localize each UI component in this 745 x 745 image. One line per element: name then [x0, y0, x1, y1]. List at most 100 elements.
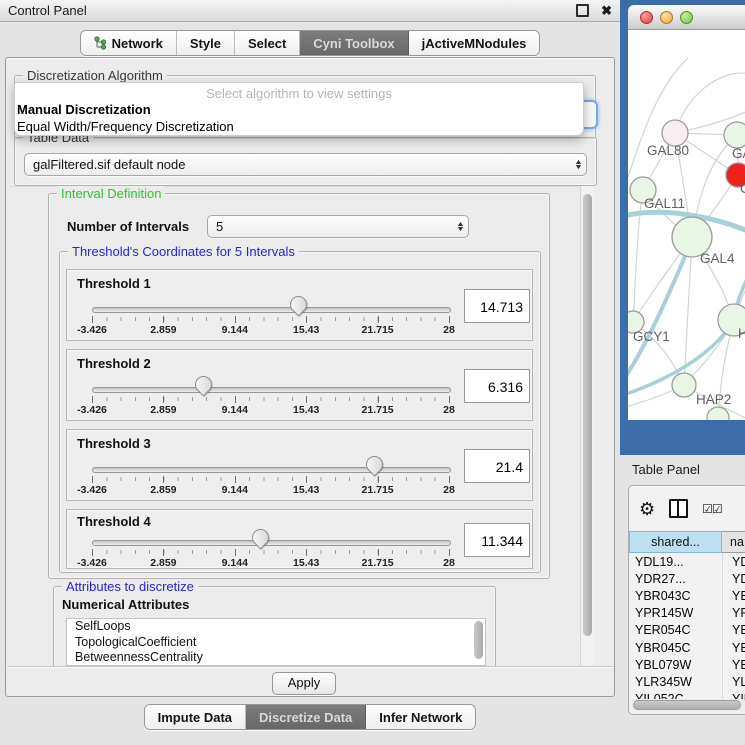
attribute-list-item[interactable]: BetweennessCentrality [67, 650, 485, 666]
slider-tick-label: 2.859 [150, 404, 176, 416]
gear-icon[interactable]: ⚙ [639, 500, 655, 518]
threshold-value-field[interactable]: 21.4 [464, 449, 530, 483]
tab-impute-data[interactable]: Impute Data [145, 705, 246, 729]
node-label: HAP2 [696, 392, 731, 407]
tab-cyni-toolbox[interactable]: Cyni Toolbox [300, 31, 408, 55]
network-view-window: GAL80GACGAL11GAL4GCY1HHAP2 [620, 0, 745, 455]
tab-jactivemnodules[interactable]: jActiveMNodules [409, 31, 540, 55]
bottom-tabbar: Impute Data Discretize DataInfer Network [0, 704, 620, 730]
cell-name: YBR0 [722, 639, 745, 656]
cyni-toolbox-panel: Discretization Algorithm Select algorith… [5, 57, 615, 697]
numerical-attributes-list[interactable]: SelfLoopsTopologicalCoefficientBetweenne… [66, 618, 486, 666]
control-panel: Control Panel ✖ NetworkStyleSelect Cyni T… [0, 0, 620, 745]
interval-definition-legend: Interval Definition [57, 186, 165, 201]
slider-major-tick [378, 316, 379, 323]
table-row[interactable]: YER054CYER0 [629, 622, 745, 639]
apply-button[interactable]: Apply [272, 672, 336, 695]
slider-tick-label: 28 [443, 404, 455, 416]
column-header-name[interactable]: na [722, 531, 745, 553]
node-table[interactable]: shared... na YDL19...YDL1YDR27...YDR2YBR… [629, 531, 745, 714]
table-row[interactable]: YPR145WYPR1 [629, 605, 745, 622]
network-node[interactable] [724, 122, 745, 148]
column-layout-icon[interactable] [669, 499, 688, 518]
threshold-row: Threshold 4-3.4262.8599.14415.4321.71528… [66, 509, 533, 569]
tab-label: jActiveMNodules [422, 36, 527, 51]
slider-tick-label: 2.859 [150, 324, 176, 336]
tab-label: Impute Data [158, 710, 232, 725]
table-row[interactable]: YDL19...YDL1 [629, 553, 745, 570]
slider-tick-label: 21.715 [362, 484, 394, 496]
tab-discretize-data[interactable]: Discretize Data [246, 705, 366, 729]
slider-track[interactable] [92, 467, 451, 473]
slider-track[interactable] [92, 307, 451, 313]
slider-major-tick [306, 549, 307, 556]
cell-name: YDR2 [722, 570, 745, 587]
attribute-list-item[interactable]: TopologicalCoefficient [67, 635, 485, 651]
tab-network[interactable]: Network [81, 31, 177, 55]
number-of-intervals-label: Number of Intervals [67, 219, 189, 234]
scrollbar-thumb[interactable] [583, 194, 592, 636]
float-window-icon[interactable] [576, 4, 589, 17]
slider-track[interactable] [92, 540, 451, 546]
table-row[interactable]: YDR27...YDR2 [629, 570, 745, 587]
interval-definition-group: Interval Definition Number of Intervals … [48, 193, 550, 579]
network-node[interactable] [672, 373, 696, 397]
slider-track[interactable] [92, 387, 451, 393]
node-label: GAL4 [700, 251, 735, 266]
slider-tick-label: 2.859 [150, 557, 176, 569]
numerical-attributes-label: Numerical Attributes [62, 597, 189, 612]
slider-major-tick [449, 549, 450, 556]
table-row[interactable]: YBR045CYBR0 [629, 639, 745, 656]
panel-title: Control Panel [8, 3, 87, 18]
slider-tick-label: 15.43 [293, 557, 319, 569]
slider-major-tick [92, 316, 93, 323]
cell-name: YLR3 [722, 673, 745, 690]
table-row[interactable]: YBL079WYBL0 [629, 656, 745, 673]
panel-vertical-scrollbar[interactable] [580, 186, 594, 666]
threshold-row: Threshold 3-3.4262.8599.14415.4321.71528… [66, 429, 533, 501]
threshold-value-field[interactable]: 6.316 [464, 369, 530, 403]
table-horizontal-scrollbar[interactable] [631, 699, 745, 711]
tab-infer-network[interactable]: Infer Network [366, 705, 475, 729]
algorithm-option[interactable]: Manual Discretization [15, 101, 583, 118]
zoom-traffic-light-icon[interactable] [680, 11, 693, 24]
slider-tick-label: 9.144 [222, 484, 248, 496]
slider-tick-label: 15.43 [293, 404, 319, 416]
table-row[interactable]: YBR043CYBR0 [629, 587, 745, 604]
slider-major-tick [449, 316, 450, 323]
slider-tick-label: 28 [443, 324, 455, 336]
tab-label: Cyni Toolbox [313, 36, 394, 51]
network-window-titlebar[interactable] [628, 5, 745, 30]
select-columns-icon[interactable]: ☑☑ [702, 502, 722, 516]
tab-select[interactable]: Select [235, 31, 300, 55]
slider-tick-label: 28 [443, 484, 455, 496]
node-label: GCY1 [633, 329, 670, 344]
tab-style[interactable]: Style [177, 31, 235, 55]
number-of-intervals-combobox[interactable]: 5 ▲▼ [207, 215, 469, 238]
slider-major-tick [235, 396, 236, 403]
thresholds-group: Threshold's Coordinates for 5 Intervals … [59, 251, 541, 573]
table-toolbar: ⚙ ☑☑ [629, 486, 745, 531]
table-panel-container: ⚙ ☑☑ shared... na YDL19...YDL1YDR27...YD… [628, 485, 745, 715]
minimize-traffic-light-icon[interactable] [660, 11, 673, 24]
network-canvas[interactable]: GAL80GACGAL11GAL4GCY1HHAP2 [628, 30, 745, 420]
column-header-shared-name[interactable]: shared... [629, 531, 722, 553]
panel-separator [7, 666, 613, 667]
table-data-combobox[interactable]: galFiltered.sif default node ▲▼ [24, 153, 587, 176]
close-traffic-light-icon[interactable] [640, 11, 653, 24]
scrollbar-thumb[interactable] [633, 700, 741, 710]
threshold-value-field[interactable]: 11.344 [464, 523, 530, 557]
attribute-list-item[interactable]: SelfLoops [67, 619, 485, 635]
slider-tick-label: 28 [443, 557, 455, 569]
slider-tick-label: 15.43 [293, 324, 319, 336]
slider-major-tick [92, 476, 93, 483]
table-panel-title: Table Panel [632, 462, 700, 477]
threshold-value-field[interactable]: 14.713 [464, 289, 530, 323]
algorithm-option[interactable]: Equal Width/Frequency Discretization [15, 118, 583, 135]
close-icon[interactable]: ✖ [601, 4, 612, 17]
slider-major-tick [306, 316, 307, 323]
cell-name: YER0 [722, 622, 745, 639]
list-scrollbar[interactable] [474, 621, 483, 659]
table-row[interactable]: YLR345WYLR3 [629, 673, 745, 690]
slider-tick-label: -3.426 [77, 404, 107, 416]
